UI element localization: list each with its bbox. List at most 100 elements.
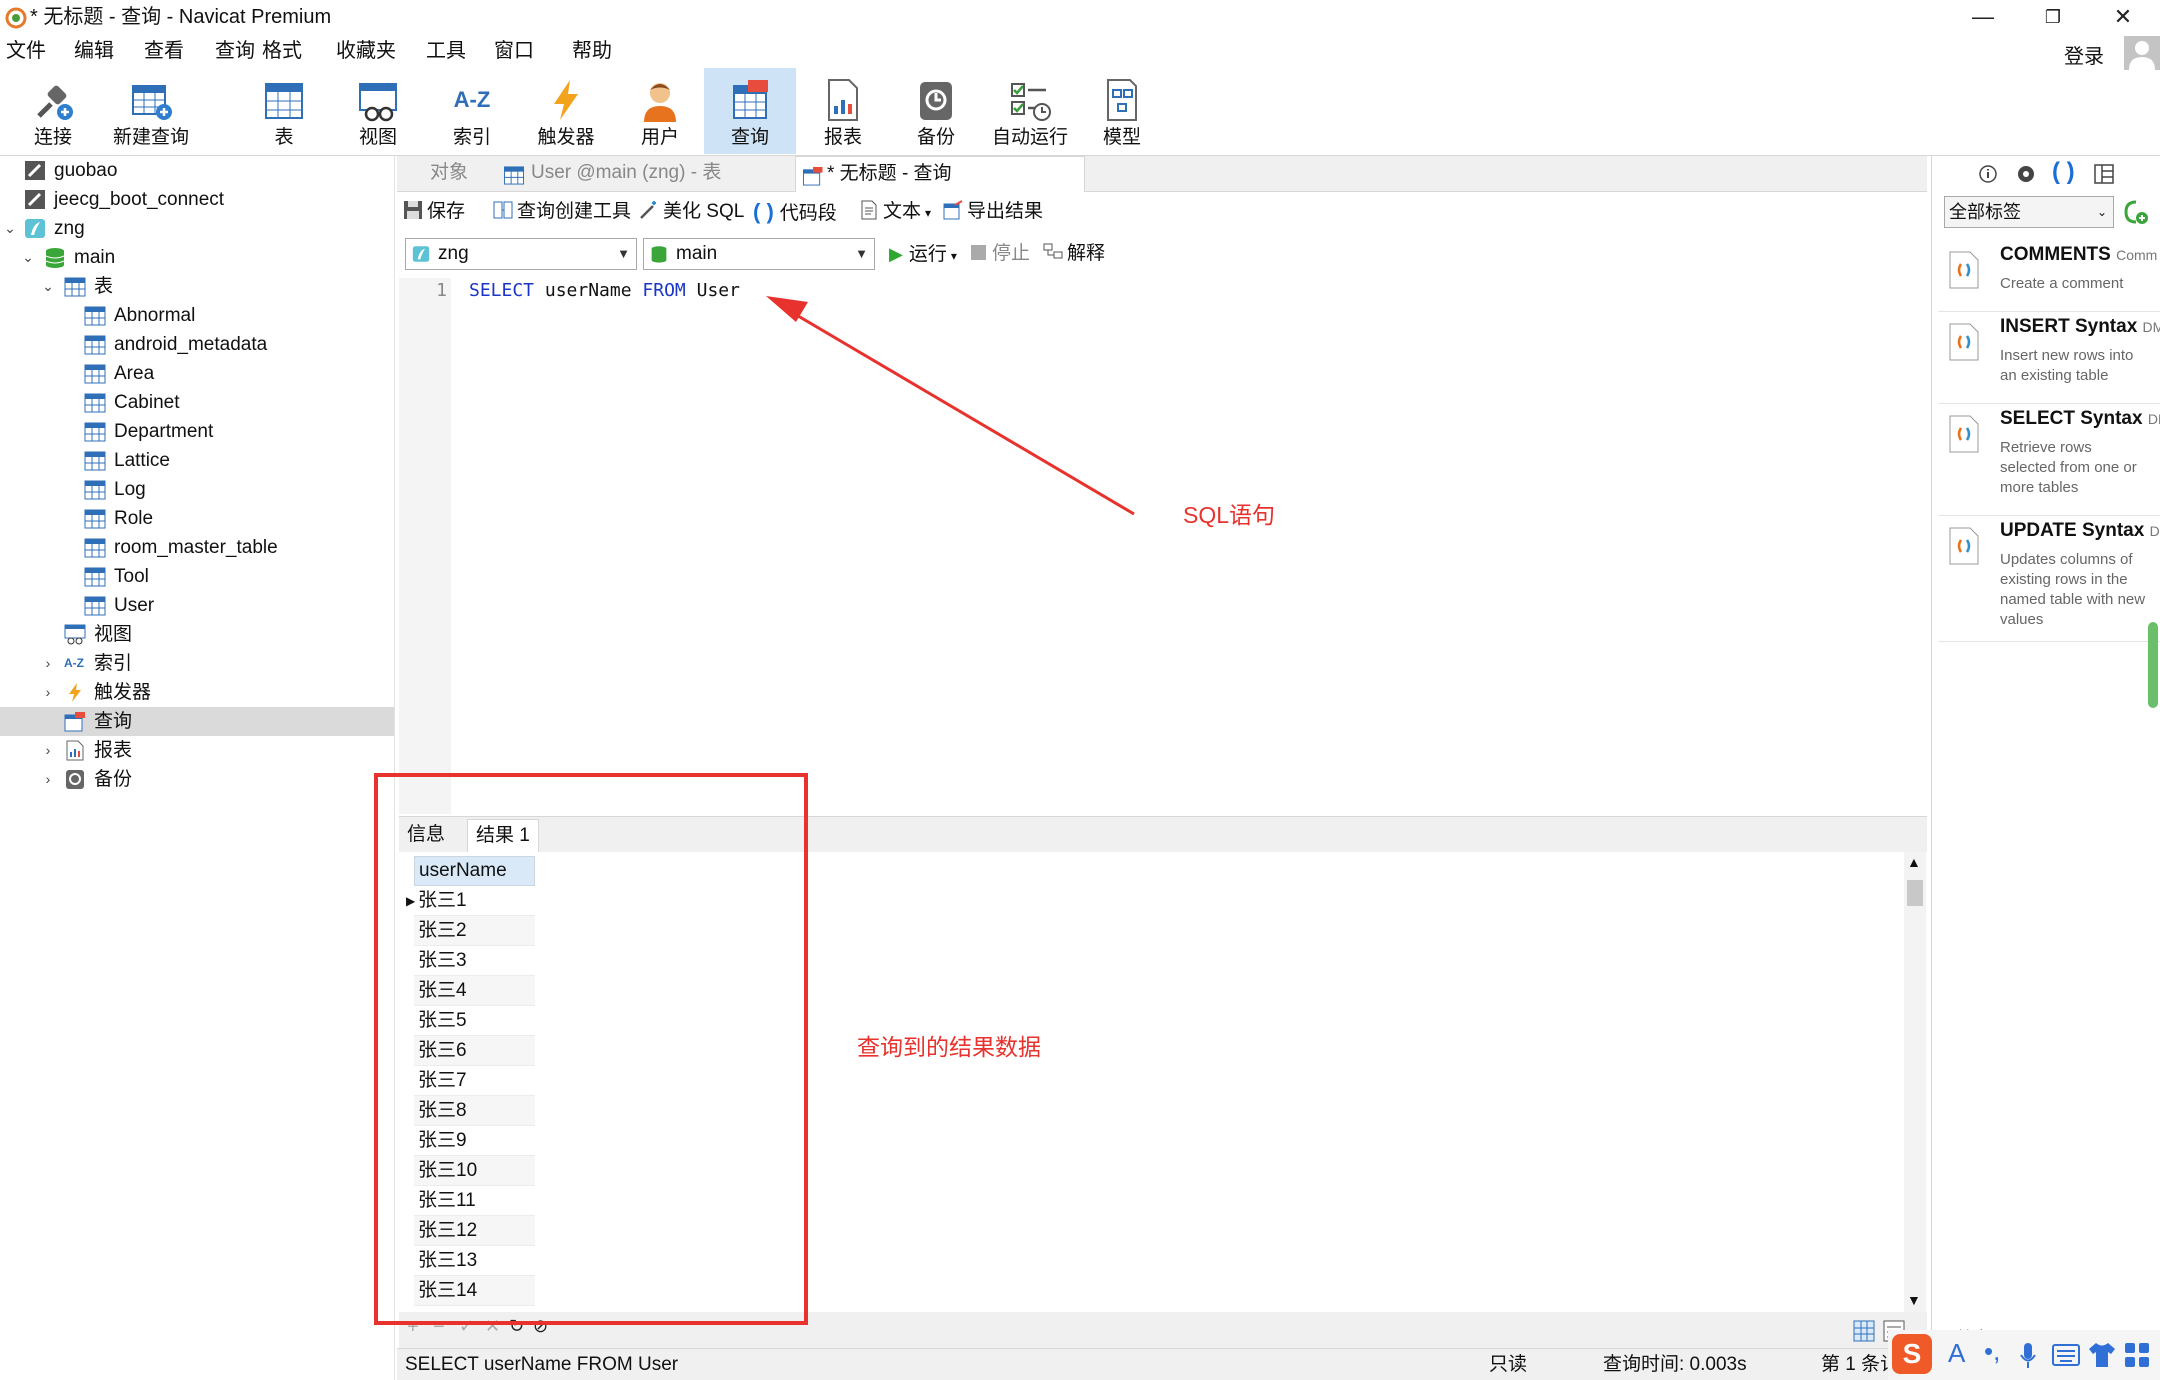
tree-table-item[interactable]: room_master_table bbox=[0, 533, 394, 562]
model-button[interactable]: 模型 bbox=[1082, 68, 1162, 154]
tree-folder-triggers[interactable]: › 触发器 bbox=[0, 678, 394, 707]
tree-connection-zng[interactable]: ⌄ zng bbox=[0, 214, 394, 243]
letter-a-icon[interactable]: A bbox=[1948, 1338, 1965, 1369]
chevron-right-icon[interactable]: › bbox=[40, 765, 56, 794]
keyboard-icon[interactable] bbox=[2052, 1344, 2080, 1366]
new-query-button[interactable]: 新建查询 bbox=[108, 68, 194, 154]
chevron-down-icon[interactable]: ⌄ bbox=[20, 243, 36, 272]
tree-connection-jeecg[interactable]: jeecg_boot_connect bbox=[0, 185, 394, 214]
snippet-title-text: UPDATE Syntax bbox=[2000, 520, 2145, 541]
stop-button[interactable]: 停止 bbox=[971, 242, 1030, 266]
close-button[interactable]: ✕ bbox=[2090, 0, 2156, 34]
eye-icon[interactable] bbox=[2016, 164, 2036, 184]
user-button[interactable]: 用户 bbox=[620, 68, 700, 154]
chevron-right-icon[interactable]: › bbox=[40, 649, 56, 678]
menu-tools[interactable]: 工具 bbox=[426, 39, 466, 63]
maximize-button[interactable]: ❐ bbox=[2020, 0, 2086, 34]
tree-connection-guobao[interactable]: guobao bbox=[0, 156, 394, 185]
save-button[interactable]: 保存 bbox=[403, 200, 465, 224]
query-builder-button[interactable]: 查询创建工具 bbox=[493, 200, 631, 224]
avatar[interactable] bbox=[2124, 36, 2160, 70]
explain-button[interactable]: 解释 bbox=[1043, 242, 1105, 266]
table-button[interactable]: 表 bbox=[244, 68, 324, 154]
sogou-logo-icon[interactable]: S bbox=[1892, 1334, 1932, 1374]
tree-table-item[interactable]: User bbox=[0, 591, 394, 620]
chevron-down-icon[interactable]: ⌄ bbox=[40, 272, 56, 301]
tree-folder-reports[interactable]: › 报表 bbox=[0, 736, 394, 765]
menu-favorites[interactable]: 收藏夹 bbox=[336, 39, 396, 63]
snippet-item[interactable]: INSERT Syntax DM Insert new rows into an… bbox=[1938, 312, 2160, 404]
chevron-up-icon[interactable]: ▲ bbox=[1907, 854, 1921, 870]
index-button[interactable]: A-Z 索引 bbox=[432, 68, 512, 154]
sql-text[interactable]: SELECT userName FROM User bbox=[469, 280, 740, 301]
connect-button[interactable]: 连接 bbox=[10, 68, 96, 154]
view-button[interactable]: 视图 bbox=[338, 68, 418, 154]
tree-folder-views[interactable]: 视图 bbox=[0, 620, 394, 649]
chevron-down-icon[interactable]: ▼ bbox=[1907, 1292, 1921, 1308]
backup-button[interactable]: 备份 bbox=[896, 68, 976, 154]
code-snippet-icon[interactable]: ( ) bbox=[2052, 158, 2075, 186]
menu-window[interactable]: 窗口 bbox=[494, 39, 534, 63]
tree-folder-backups[interactable]: › 备份 bbox=[0, 765, 394, 794]
text-button[interactable]: 文本 ▾ bbox=[859, 200, 931, 225]
connection-select[interactable]: zng ▼ bbox=[405, 238, 637, 270]
play-icon: ▶ bbox=[889, 244, 903, 264]
export-results-button[interactable]: 导出结果 bbox=[943, 200, 1043, 224]
tree-table-item[interactable]: Tool bbox=[0, 562, 394, 591]
menu-file[interactable]: 文件 bbox=[6, 39, 46, 63]
query-button[interactable]: 查询 bbox=[704, 68, 796, 154]
info-icon[interactable] bbox=[1978, 164, 1998, 184]
tab-user-table[interactable]: User @main (zng) - 表 bbox=[503, 156, 795, 192]
tree-table-item[interactable]: Area bbox=[0, 359, 394, 388]
login-link[interactable]: 登录 bbox=[2064, 40, 2104, 69]
tag-filter-select[interactable]: 全部标签 ⌄ bbox=[1944, 196, 2114, 228]
menu-help[interactable]: 帮助 bbox=[572, 39, 612, 63]
microphone-icon[interactable] bbox=[2018, 1342, 2038, 1370]
shirt-icon[interactable] bbox=[2088, 1342, 2116, 1368]
layout-icon[interactable] bbox=[2094, 164, 2114, 184]
menu-format[interactable]: 格式 bbox=[262, 39, 302, 63]
run-button[interactable]: ▶ 运行 ▾ bbox=[889, 242, 957, 268]
tab-objects[interactable]: 对象 bbox=[397, 156, 487, 192]
punctuation-icon[interactable]: •, bbox=[1984, 1336, 2000, 1367]
autorun-button[interactable]: 自动运行 bbox=[982, 68, 1078, 154]
tree-folder-queries[interactable]: 查询 bbox=[0, 707, 394, 736]
tree-folder-tables[interactable]: ⌄ 表 bbox=[0, 272, 394, 301]
sql-editor[interactable]: 1 SELECT userName FROM User bbox=[399, 278, 1927, 814]
tree-table-item[interactable]: Lattice bbox=[0, 446, 394, 475]
scroll-thumb[interactable] bbox=[1907, 880, 1923, 906]
tree-folder-indexes[interactable]: › A-Z 索引 bbox=[0, 649, 394, 678]
grid-scrollbar[interactable]: ▲ ▼ bbox=[1904, 852, 1926, 1312]
beautify-sql-button[interactable]: 美化 SQL bbox=[639, 200, 744, 224]
snippet-title-text: INSERT Syntax bbox=[2000, 316, 2138, 337]
snippet-title: INSERT Syntax DM bbox=[2000, 316, 2160, 338]
menu-query[interactable]: 查询 bbox=[215, 39, 255, 63]
chevron-right-icon[interactable]: › bbox=[40, 736, 56, 765]
chevron-right-icon[interactable]: › bbox=[40, 678, 56, 707]
snippet-item[interactable]: COMMENTS Comm Create a comment bbox=[1938, 240, 2160, 312]
tree-table-item[interactable]: android_metadata bbox=[0, 330, 394, 359]
grid-menu-icon[interactable] bbox=[2124, 1342, 2150, 1368]
chevron-down-icon[interactable]: ⌄ bbox=[2, 214, 18, 243]
snippet-item[interactable]: SELECT Syntax DMI Retrieve rows selected… bbox=[1938, 404, 2160, 516]
tree-table-item[interactable]: Cabinet bbox=[0, 388, 394, 417]
grid-view-icon[interactable] bbox=[1853, 1320, 1875, 1342]
snippet-tag: Comm bbox=[2116, 247, 2158, 263]
tree-table-item[interactable]: Department bbox=[0, 417, 394, 446]
code-snippet-button[interactable]: ( ) 代码段 bbox=[753, 200, 837, 226]
tree-table-item[interactable]: Log bbox=[0, 475, 394, 504]
panel-scrollbar[interactable] bbox=[2148, 622, 2158, 708]
tree-database-main[interactable]: ⌄ main bbox=[0, 243, 394, 272]
tree-table-item[interactable]: Abnormal bbox=[0, 301, 394, 330]
snippet-item[interactable]: UPDATE Syntax DI Updates columns of exis… bbox=[1938, 516, 2160, 642]
report-button[interactable]: 报表 bbox=[803, 68, 883, 154]
tab-untitled-query[interactable]: * 无标题 - 查询 bbox=[795, 156, 1085, 192]
tree-table-item[interactable]: Role bbox=[0, 504, 394, 533]
trigger-button[interactable]: 触发器 bbox=[526, 68, 606, 154]
menu-edit[interactable]: 编辑 bbox=[74, 39, 114, 63]
table-icon bbox=[84, 335, 106, 355]
database-select[interactable]: main ▼ bbox=[643, 238, 875, 270]
minimize-button[interactable]: — bbox=[1950, 0, 2016, 34]
menu-view[interactable]: 查看 bbox=[144, 39, 184, 63]
add-snippet-icon[interactable] bbox=[2122, 198, 2150, 226]
